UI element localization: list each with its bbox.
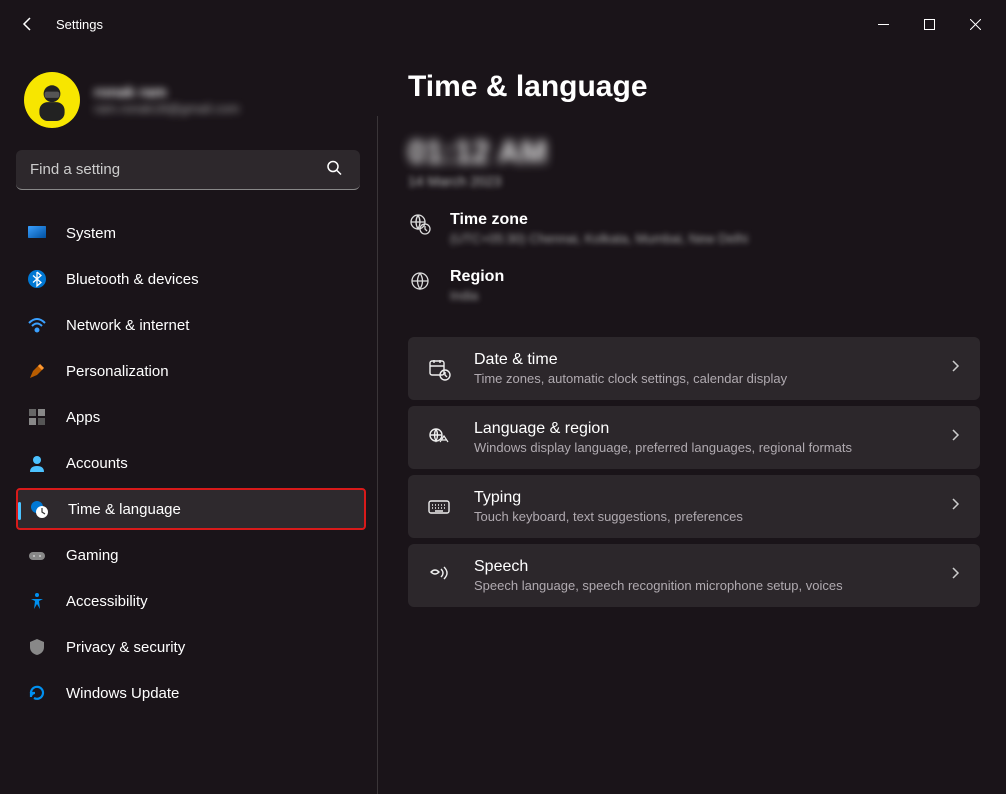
window-controls xyxy=(860,8,998,40)
minimize-button[interactable] xyxy=(860,8,906,40)
card-language-region[interactable]: Language & region Windows display langua… xyxy=(408,406,980,469)
wifi-icon xyxy=(26,314,48,336)
sidebar-item-label: Windows Update xyxy=(66,685,179,702)
card-title: Speech xyxy=(474,558,926,576)
sidebar-item-gaming[interactable]: Gaming xyxy=(16,534,366,576)
current-date: 14 March 2023 xyxy=(408,173,980,189)
monitor-icon xyxy=(26,222,48,244)
card-speech[interactable]: Speech Speech language, speech recogniti… xyxy=(408,544,980,607)
card-sub: Time zones, automatic clock settings, ca… xyxy=(474,371,926,386)
paintbrush-icon xyxy=(26,360,48,382)
search-input[interactable] xyxy=(16,150,360,190)
timezone-title: Time zone xyxy=(450,211,748,229)
content-area: Time & language 01:12 AM 14 March 2023 T… xyxy=(378,48,1006,794)
sidebar-item-label: Gaming xyxy=(66,547,119,564)
maximize-icon xyxy=(924,19,935,30)
sidebar-item-network[interactable]: Network & internet xyxy=(16,304,366,346)
nav-list: System Bluetooth & devices Network & int… xyxy=(16,208,366,718)
person-icon xyxy=(26,452,48,474)
sidebar-item-label: Apps xyxy=(66,409,100,426)
sidebar-item-label: Network & internet xyxy=(66,317,189,334)
profile-name: ronak ram xyxy=(94,84,239,101)
profile-email: ram.ronak18@gmail.com xyxy=(94,101,239,116)
region-block: Region India xyxy=(408,268,980,303)
titlebar: Settings xyxy=(0,0,1006,48)
sidebar-item-label: Time & language xyxy=(68,501,181,518)
sidebar-item-personalization[interactable]: Personalization xyxy=(16,350,366,392)
card-sub: Speech language, speech recognition micr… xyxy=(474,578,926,593)
region-value: India xyxy=(450,288,504,303)
sidebar: ronak ram ram.ronak18@gmail.com System B… xyxy=(0,48,378,794)
sidebar-item-label: Accessibility xyxy=(66,593,148,610)
sidebar-item-windows-update[interactable]: Windows Update xyxy=(16,672,366,714)
sidebar-item-label: System xyxy=(66,225,116,242)
sidebar-item-accessibility[interactable]: Accessibility xyxy=(16,580,366,622)
card-title: Typing xyxy=(474,489,926,507)
app-title: Settings xyxy=(56,17,103,32)
profile-text: ronak ram ram.ronak18@gmail.com xyxy=(94,84,239,116)
sidebar-item-label: Personalization xyxy=(66,363,169,380)
maximize-button[interactable] xyxy=(906,8,952,40)
speech-icon xyxy=(426,564,452,588)
chevron-right-icon xyxy=(948,497,962,516)
avatar xyxy=(24,72,80,128)
language-icon xyxy=(426,426,452,450)
card-title: Date & time xyxy=(474,351,926,369)
gamepad-icon xyxy=(26,544,48,566)
sidebar-item-time-language[interactable]: Time & language xyxy=(16,488,366,530)
sidebar-item-label: Bluetooth & devices xyxy=(66,271,199,288)
bluetooth-icon xyxy=(26,268,48,290)
card-sub: Touch keyboard, text suggestions, prefer… xyxy=(474,509,926,524)
search-container xyxy=(16,150,366,190)
calendar-clock-icon xyxy=(426,357,452,381)
search-icon xyxy=(326,160,342,181)
clock-globe-icon xyxy=(28,498,50,520)
timezone-block: Time zone (UTC+05:30) Chennai, Kolkata, … xyxy=(408,211,980,246)
timezone-icon xyxy=(408,213,432,235)
chevron-right-icon xyxy=(948,359,962,378)
back-button[interactable] xyxy=(8,4,48,44)
card-title: Language & region xyxy=(474,420,926,438)
accessibility-icon xyxy=(26,590,48,612)
shield-icon xyxy=(26,636,48,658)
apps-icon xyxy=(26,406,48,428)
cards-list: Date & time Time zones, automatic clock … xyxy=(408,337,980,607)
profile[interactable]: ronak ram ram.ronak18@gmail.com xyxy=(16,64,366,150)
keyboard-icon xyxy=(426,495,452,519)
page-title: Time & language xyxy=(408,70,980,104)
current-time: 01:12 AM xyxy=(408,134,980,171)
arrow-left-icon xyxy=(20,16,36,32)
card-date-time[interactable]: Date & time Time zones, automatic clock … xyxy=(408,337,980,400)
timezone-value: (UTC+05:30) Chennai, Kolkata, Mumbai, Ne… xyxy=(450,231,748,246)
sidebar-item-bluetooth[interactable]: Bluetooth & devices xyxy=(16,258,366,300)
update-icon xyxy=(26,682,48,704)
sidebar-item-label: Accounts xyxy=(66,455,128,472)
sidebar-item-privacy[interactable]: Privacy & security xyxy=(16,626,366,668)
card-sub: Windows display language, preferred lang… xyxy=(474,440,926,455)
sidebar-divider xyxy=(377,116,378,794)
sidebar-item-accounts[interactable]: Accounts xyxy=(16,442,366,484)
region-title: Region xyxy=(450,268,504,286)
chevron-right-icon xyxy=(948,428,962,447)
minimize-icon xyxy=(878,19,889,30)
globe-icon xyxy=(408,270,432,292)
card-typing[interactable]: Typing Touch keyboard, text suggestions,… xyxy=(408,475,980,538)
sidebar-item-apps[interactable]: Apps xyxy=(16,396,366,438)
chevron-right-icon xyxy=(948,566,962,585)
close-button[interactable] xyxy=(952,8,998,40)
sidebar-item-label: Privacy & security xyxy=(66,639,185,656)
close-icon xyxy=(970,19,981,30)
sidebar-item-system[interactable]: System xyxy=(16,212,366,254)
